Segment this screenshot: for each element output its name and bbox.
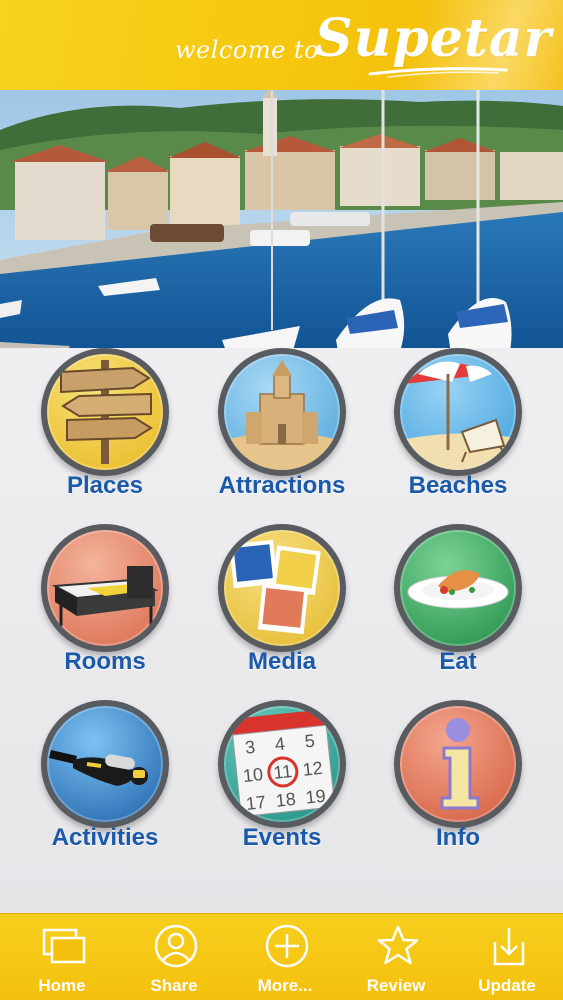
menu-item-activities[interactable]: Activities [17, 700, 193, 860]
home-windows-icon [42, 928, 86, 964]
download-icon [493, 928, 525, 966]
tab-label: Update [478, 976, 536, 995]
welcome-text: welcome to [175, 36, 319, 64]
menu-label: Places [66, 472, 144, 499]
info-icon: i [394, 700, 522, 828]
menu-label: Beaches [408, 472, 508, 499]
tab-share[interactable]: Share [118, 914, 230, 1000]
menu-label: Info [436, 824, 480, 851]
svg-text:5: 5 [304, 731, 316, 752]
svg-text:3: 3 [244, 737, 256, 758]
bottom-tab-bar: Home Share More... Review Update [0, 913, 563, 1000]
calendar-icon: 3 4 5 10 11 12 17 18 19 [218, 700, 346, 828]
star-icon [377, 925, 419, 965]
signpost-icon [41, 348, 169, 476]
menu-item-attractions[interactable]: Attractions [194, 348, 370, 508]
tab-label: Review [366, 976, 426, 995]
menu-label: Activities [51, 824, 159, 851]
beach-umbrella-icon [394, 348, 522, 476]
tab-review[interactable]: Review [340, 914, 452, 1000]
swoosh-icon [368, 67, 508, 78]
svg-text:12: 12 [302, 758, 324, 780]
tab-label: Home [38, 976, 86, 995]
brand-logo: Supetar [315, 8, 552, 69]
tab-home[interactable]: Home [6, 914, 118, 1000]
svg-text:17: 17 [245, 792, 267, 814]
tab-more[interactable]: More... [229, 914, 341, 1000]
svg-text:18: 18 [275, 789, 297, 811]
bed-icon [41, 524, 169, 652]
svg-text:19: 19 [305, 786, 327, 808]
menu-label: Events [242, 824, 322, 851]
svg-text:10: 10 [242, 764, 264, 786]
menu-label: Eat [439, 648, 477, 675]
harbor-photo [0, 90, 563, 366]
tab-label: More... [257, 976, 313, 995]
menu-item-events[interactable]: 3 4 5 10 11 12 17 18 19 Events [194, 700, 370, 860]
menu-label: Media [247, 648, 316, 675]
menu-label: Rooms [64, 648, 146, 675]
app-header: welcome to Supetar [0, 0, 563, 90]
church-icon [218, 348, 346, 476]
tab-label: Share [150, 976, 198, 995]
menu-item-eat[interactable]: Eat [370, 524, 546, 684]
photos-icon [218, 524, 346, 652]
menu-item-info[interactable]: i Info [370, 700, 546, 860]
diver-icon [41, 700, 169, 828]
tab-update[interactable]: Update [451, 914, 563, 1000]
share-person-icon [154, 924, 198, 968]
svg-text:4: 4 [274, 734, 286, 755]
plus-circle-icon [265, 924, 309, 968]
menu-item-rooms[interactable]: Rooms [17, 524, 193, 684]
menu-item-places[interactable]: Places [17, 348, 193, 508]
menu-item-media[interactable]: Media [194, 524, 370, 684]
menu-item-beaches[interactable]: Beaches [370, 348, 546, 508]
plate-icon [394, 524, 522, 652]
menu-label: Attractions [218, 472, 346, 499]
menu-grid: Places Attractions Beaches Rooms Media E… [0, 348, 563, 913]
svg-text:11: 11 [272, 761, 293, 783]
